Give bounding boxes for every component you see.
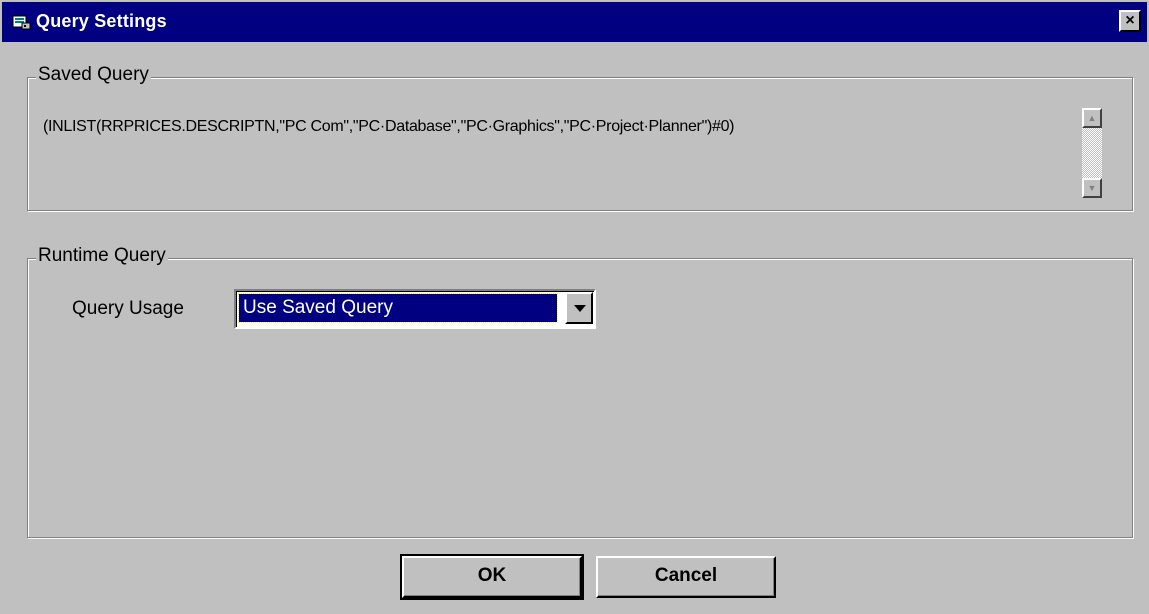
title-bar[interactable]: Query Settings ×: [2, 2, 1147, 42]
saved-query-text[interactable]: (INLIST(RRPRICES.DESCRIPTN,"PC Com","PC·…: [43, 118, 735, 136]
cancel-button[interactable]: Cancel: [596, 556, 776, 598]
scroll-track[interactable]: [1082, 128, 1102, 178]
runtime-query-group: Runtime Query Query Usage Use Saved Quer…: [27, 245, 1133, 538]
scroll-up-button[interactable]: ▲: [1082, 108, 1102, 128]
saved-query-group: Saved Query (INLIST(RRPRICES.DESCRIPTN,"…: [27, 64, 1133, 211]
query-settings-dialog: Query Settings × Saved Query (INLIST(RRP…: [0, 0, 1149, 614]
query-usage-selected-value[interactable]: Use Saved Query: [238, 293, 558, 323]
ok-button[interactable]: OK: [400, 554, 584, 600]
saved-query-group-label: Saved Query: [36, 64, 151, 86]
query-usage-dropdown[interactable]: Use Saved Query: [234, 289, 596, 329]
query-usage-label: Query Usage: [72, 298, 184, 319]
saved-query-scrollbar[interactable]: ▲ ▼: [1082, 108, 1102, 198]
window-title: Query Settings: [36, 11, 167, 31]
runtime-query-group-label: Runtime Query: [36, 245, 168, 267]
app-icon: [12, 15, 31, 30]
scroll-up-arrow-icon: ▲: [1087, 113, 1097, 123]
scroll-down-arrow-icon: ▼: [1087, 183, 1097, 193]
close-icon: ×: [1125, 12, 1135, 29]
close-button[interactable]: ×: [1119, 10, 1141, 32]
scroll-down-button[interactable]: ▼: [1082, 178, 1102, 198]
dropdown-arrow-button[interactable]: [565, 292, 593, 324]
chevron-down-icon: [574, 305, 586, 312]
